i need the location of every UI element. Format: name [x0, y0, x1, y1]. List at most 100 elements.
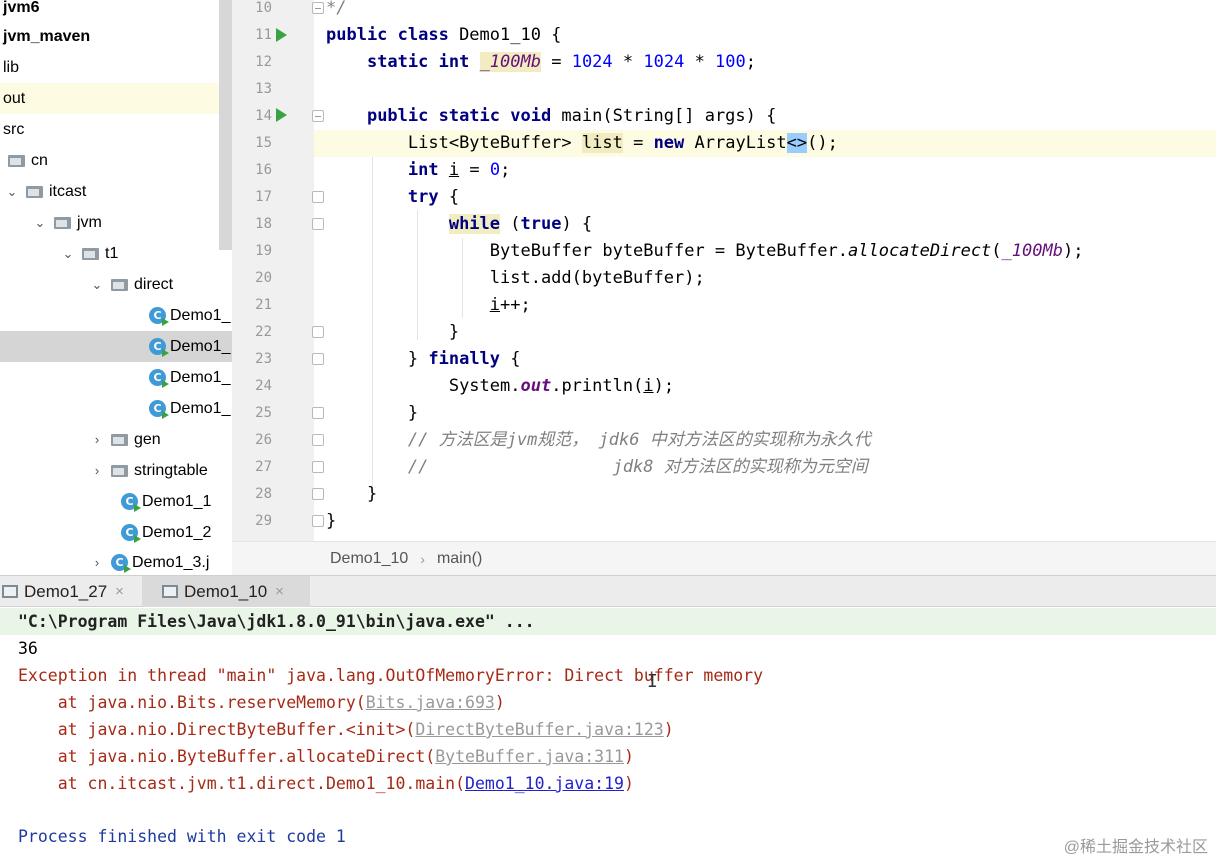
code-keyword: public static void	[366, 106, 552, 126]
code-text: ;	[500, 160, 511, 180]
tree-item-cn[interactable]: cn	[0, 145, 232, 176]
code-text: }	[366, 484, 378, 504]
tree-item-demo-class[interactable]: C Demo1_	[0, 393, 232, 424]
line-number: 17	[255, 189, 272, 205]
chevron-right-icon[interactable]: ›	[89, 463, 105, 478]
code-text: =	[459, 160, 490, 180]
chevron-down-icon[interactable]: ⌄	[89, 277, 105, 293]
stack-frame-link[interactable]: Bits.java:693	[366, 693, 495, 712]
run-class-icon[interactable]	[276, 28, 287, 42]
code-keyword: int	[407, 160, 439, 180]
code-keyword: new	[653, 133, 685, 153]
run-tabs: Demo1_27 × Demo1_10 ×	[0, 575, 1216, 607]
tree-item-demo1-2[interactable]: C Demo1_2	[0, 517, 232, 548]
line-number: 27	[255, 459, 272, 475]
code-text: }	[407, 403, 419, 423]
tree-item-demo-class[interactable]: C Demo1_	[0, 300, 232, 331]
line-number: 21	[255, 297, 272, 313]
fold-icon[interactable]	[312, 218, 324, 230]
tree-item-stringtable[interactable]: › stringtable	[0, 455, 232, 486]
stack-frame-link[interactable]: ByteBuffer.java:311	[435, 747, 624, 766]
line-number: 24	[255, 378, 272, 394]
java-class-icon: C	[111, 554, 131, 573]
tab-demo1-27[interactable]: Demo1_27 ×	[0, 576, 142, 607]
chevron-right-icon[interactable]: ›	[89, 432, 105, 447]
code-number: 1024	[643, 52, 685, 72]
line-number: 28	[255, 486, 272, 502]
tree-item-jvm[interactable]: ⌄ jvm	[0, 207, 232, 238]
chevron-down-icon[interactable]: ⌄	[4, 184, 20, 200]
code-line-14: public static void main(String[] args) {	[326, 103, 1216, 130]
code-text: {	[500, 349, 521, 369]
line-number: 16	[255, 162, 272, 178]
code-text: ByteBuffer byteBuffer = ByteBuffer.	[489, 241, 848, 261]
breadcrumb-method[interactable]: main()	[437, 550, 482, 568]
chevron-right-icon[interactable]: ›	[89, 555, 105, 570]
tree-item-demo1-3[interactable]: › C Demo1_3.j	[0, 547, 232, 575]
code-line-27: // jdk8 对方法区的实现称为元空间	[326, 454, 1216, 481]
fold-icon[interactable]	[312, 191, 324, 203]
line-number: 25	[255, 405, 272, 421]
fold-icon[interactable]	[312, 515, 324, 527]
line-number: 19	[255, 243, 272, 259]
tree-item-src[interactable]: src	[0, 114, 232, 145]
console-icon	[2, 585, 18, 598]
stack-trace-line: at java.nio.DirectByteBuffer.<init>(Dire…	[18, 716, 674, 743]
code-line-20: list.add(byteBuffer);	[326, 265, 1216, 292]
tree-scrollbar[interactable]	[219, 0, 232, 250]
tree-item-t1[interactable]: ⌄ t1	[0, 238, 232, 269]
tab-label: Demo1_10	[184, 581, 268, 601]
java-class-icon: C	[149, 369, 169, 388]
tree-item-jvm6[interactable]: jvm6	[0, 0, 232, 23]
code-line-21: i++;	[326, 292, 1216, 319]
breadcrumb-separator: ›	[420, 550, 425, 567]
console-exit-message: Process finished with exit code 1	[18, 827, 346, 846]
breadcrumb-class[interactable]: Demo1_10	[330, 550, 408, 568]
tree-item-label: out	[3, 89, 26, 107]
code-keyword: public class	[326, 25, 449, 45]
fold-icon[interactable]	[312, 326, 324, 338]
fold-icon[interactable]	[312, 434, 324, 446]
chevron-down-icon[interactable]: ⌄	[32, 215, 48, 231]
close-icon[interactable]: ×	[115, 583, 124, 600]
tree-item-direct[interactable]: ⌄ direct	[0, 269, 232, 300]
tree-item-demo-class[interactable]: C Demo1_	[0, 362, 232, 393]
code-line-16: int i = 0;	[326, 157, 1216, 184]
code-text: list.add(byteBuffer);	[489, 268, 705, 288]
fold-icon[interactable]	[312, 407, 324, 419]
code-comment: // 方法区是jvm规范， jdk6 中对方法区的实现称为永久代	[407, 430, 871, 450]
code-text: =	[622, 133, 654, 153]
tree-item-gen[interactable]: › gen	[0, 424, 232, 455]
tree-item-lib[interactable]: lib	[0, 52, 232, 83]
tree-item-demo1-1[interactable]: C Demo1_1	[0, 486, 232, 517]
tree-item-jvm-maven[interactable]: jvm_maven	[0, 21, 232, 52]
close-icon[interactable]: ×	[275, 583, 284, 600]
code-line-15-current: List<ByteBuffer> list = new ArrayList<>(…	[314, 130, 1216, 157]
run-console[interactable]: "C:\Program Files\Java\jdk1.8.0_91\bin\j…	[0, 607, 1216, 863]
tree-item-label: direct	[134, 275, 174, 293]
tree-item-demo-class-selected[interactable]: C Demo1_	[0, 331, 232, 362]
fold-icon[interactable]	[312, 2, 324, 14]
code-text: main(String[] args) {	[551, 106, 777, 126]
fold-icon[interactable]	[312, 353, 324, 365]
tab-label: Demo1_27	[24, 581, 108, 601]
stack-frame-link[interactable]: Demo1_10.java:19	[465, 774, 624, 793]
tree-item-label: jvm6	[3, 0, 40, 16]
chevron-down-icon[interactable]: ⌄	[60, 246, 76, 262]
code-editor[interactable]: 10 11 12 13 14 15 16 17 18 19 20 21 22 2…	[232, 0, 1216, 541]
tree-item-itcast[interactable]: ⌄ itcast	[0, 176, 232, 207]
fold-icon[interactable]	[312, 461, 324, 473]
run-main-icon[interactable]	[276, 108, 287, 122]
fold-icon[interactable]	[312, 488, 324, 500]
tab-demo1-10[interactable]: Demo1_10 ×	[142, 576, 310, 607]
tree-item-out[interactable]: out	[0, 83, 232, 114]
tree-item-label: itcast	[49, 182, 87, 200]
code-field: _100Mb	[1001, 241, 1063, 261]
code-number: 1024	[571, 52, 613, 72]
stack-frame-link[interactable]: DirectByteBuffer.java:123	[415, 720, 663, 739]
fold-icon[interactable]	[312, 110, 324, 122]
java-class-icon: C	[121, 493, 141, 512]
line-number: 20	[255, 270, 272, 286]
code-line-28: }	[326, 481, 1216, 508]
